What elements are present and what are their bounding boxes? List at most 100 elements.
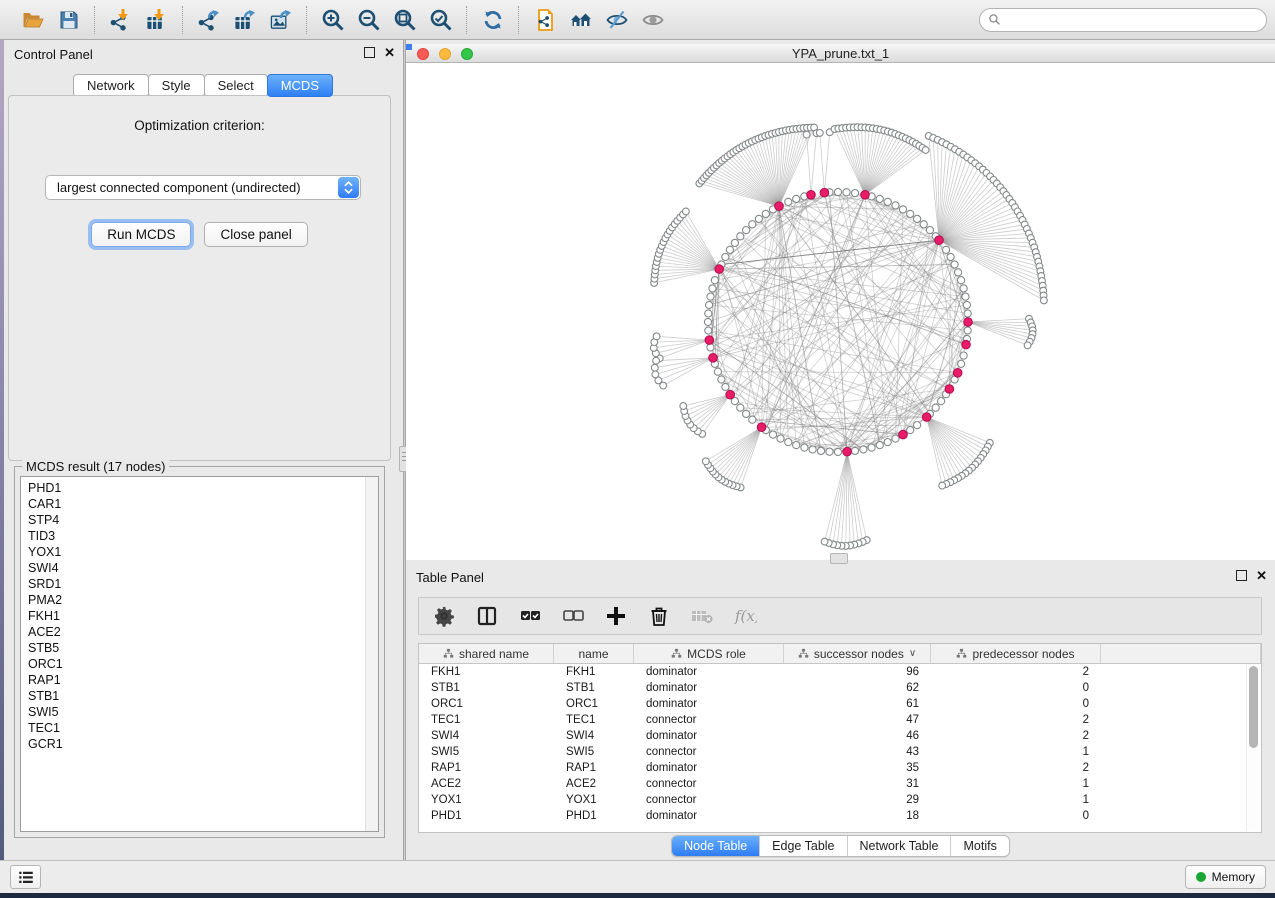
mcds-result-item[interactable]: FKH1 [28,608,63,624]
zoom-selected-button[interactable] [426,5,456,35]
import-table-button[interactable] [142,5,172,35]
float-panel-icon[interactable] [364,47,375,58]
new-network-from-file-button[interactable] [530,5,560,35]
mcds-result-item[interactable]: GCR1 [28,736,63,752]
mcds-hub-node-CAR1[interactable] [807,191,816,200]
add-column-button[interactable] [603,603,629,629]
table-row[interactable]: SWI4SWI4dominator462 [419,728,1261,744]
mcds-hub-node-FKH1[interactable] [935,236,944,245]
home-button[interactable] [566,5,596,35]
run-mcds-button[interactable]: Run MCDS [91,222,191,247]
export-network-button[interactable] [194,5,224,35]
close-panel-icon[interactable]: ✕ [384,48,395,57]
search-box[interactable] [979,8,1267,32]
column-header-MCDS-role[interactable]: MCDS role [634,644,784,663]
tab-network-table[interactable]: Network Table [847,836,951,856]
table-scrollbar[interactable] [1246,664,1260,831]
export-image-button[interactable] [266,5,296,35]
mcds-result-item[interactable]: PMA2 [28,592,63,608]
tab-style[interactable]: Style [148,74,205,97]
network-table-divider-grip[interactable] [830,553,848,564]
mcds-result-item[interactable]: STB5 [28,640,63,656]
mcds-result-item[interactable]: PHD1 [28,480,63,496]
mcds-result-item[interactable]: SWI4 [28,560,63,576]
mcds-hub-node-STB1[interactable] [775,202,784,211]
zoom-out-button[interactable] [354,5,384,35]
tab-mcds[interactable]: MCDS [267,74,333,97]
hide-graphics-details-button[interactable] [602,5,632,35]
close-panel-button[interactable]: Close panel [204,222,307,247]
mcds-result-item[interactable]: RAP1 [28,672,63,688]
mcds-hub-node-YOX1[interactable] [945,385,954,394]
export-table-button[interactable] [230,5,260,35]
table-row[interactable]: ACE2ACE2connector311 [419,776,1261,792]
mcds-hub-node-SRD1[interactable] [709,354,718,363]
tab-select[interactable]: Select [204,74,268,97]
table-settings-button[interactable] [431,603,457,629]
table-row[interactable]: YOX1YOX1connector291 [419,792,1261,808]
float-table-panel-icon[interactable] [1236,570,1247,581]
mcds-hub-node-GCR1[interactable] [962,340,971,349]
select-all-checks-button[interactable] [517,603,543,629]
mcds-result-item[interactable]: ORC1 [28,656,63,672]
table-row[interactable]: STB1STB1dominator620 [419,680,1261,696]
mcds-hub-node-TID3[interactable] [705,336,714,345]
mcds-hub-node-STP4[interactable] [820,188,829,197]
tab-network[interactable]: Network [73,74,149,97]
mcds-result-item[interactable]: ACE2 [28,624,63,640]
table-row[interactable]: SWI5SWI5connector431 [419,744,1261,760]
mcds-result-item[interactable]: SWI5 [28,704,63,720]
import-network-button[interactable] [106,5,136,35]
mcds-hub-node-PMA2[interactable] [726,390,735,399]
minimize-traffic-light-icon[interactable] [439,48,451,60]
search-input[interactable] [1006,12,1258,28]
tab-edge-table[interactable]: Edge Table [759,836,846,856]
show-graphics-details-button[interactable] [638,5,668,35]
deselect-all-checks-button[interactable] [560,603,586,629]
table-row[interactable]: RAP1RAP1dominator352 [419,760,1261,776]
delete-column-button[interactable] [646,603,672,629]
column-header-name[interactable]: name [554,644,634,663]
optimization-select[interactable]: largest connected component (undirected) [45,175,361,200]
mcds-result-item[interactable]: STB1 [28,688,63,704]
zoom-fit-button[interactable] [390,5,420,35]
open-file-button[interactable] [18,5,48,35]
mcds-hub-node-RAP1[interactable] [922,413,931,422]
tab-node-table[interactable]: Node Table [672,836,759,856]
sort-chevron-icon[interactable]: ∨ [909,648,916,659]
table-row[interactable]: PHD1PHD1dominator180 [419,808,1261,824]
table-row[interactable]: ORC1ORC1dominator610 [419,696,1261,712]
network-canvas[interactable] [406,63,1275,560]
table-scrollbar-thumb[interactable] [1249,666,1258,748]
column-header-successor-nodes[interactable]: successor nodes∨ [784,644,931,663]
zoom-in-button[interactable] [318,5,348,35]
mcds-result-item[interactable]: SRD1 [28,576,63,592]
mcds-result-item[interactable]: STP4 [28,512,63,528]
mcds-result-item[interactable]: YOX1 [28,544,63,560]
table-row[interactable]: TEC1TEC1connector472 [419,712,1261,728]
mcds-result-item[interactable]: TID3 [28,528,63,544]
column-header-shared-name[interactable]: shared name [419,644,554,663]
column-header-predecessor-nodes[interactable]: predecessor nodes [931,644,1101,663]
mcds-hub-node-TEC1[interactable] [843,447,852,456]
mcds-hub-node-STB5[interactable] [953,369,962,378]
tab-motifs[interactable]: Motifs [950,836,1008,856]
mcds-hub-node-PHD1[interactable] [964,318,973,327]
refresh-layout-button[interactable] [478,5,508,35]
mcds-hub-node-ACE2[interactable] [899,430,908,439]
mcds-hub-node-SWI5[interactable] [757,423,766,432]
save-session-button[interactable] [54,5,84,35]
close-traffic-light-icon[interactable] [417,48,429,60]
mcds-hub-node-SWI4[interactable] [715,265,724,274]
mcds-hub-node-ORC1[interactable] [861,191,870,200]
show-columns-button[interactable] [474,603,500,629]
mcds-list-scrollbar[interactable] [365,477,378,831]
mcds-result-item[interactable]: TEC1 [28,720,63,736]
maximize-traffic-light-icon[interactable] [461,48,473,60]
show-panels-list-button[interactable] [10,865,41,889]
memory-button[interactable]: Memory [1185,865,1266,889]
table-row[interactable]: FKH1FKH1dominator962 [419,664,1261,680]
close-table-panel-icon[interactable]: ✕ [1256,571,1267,580]
mcds-result-list[interactable]: PHD1CAR1STP4TID3YOX1SWI4SRD1PMA2FKH1ACE2… [20,476,379,832]
mcds-result-item[interactable]: CAR1 [28,496,63,512]
